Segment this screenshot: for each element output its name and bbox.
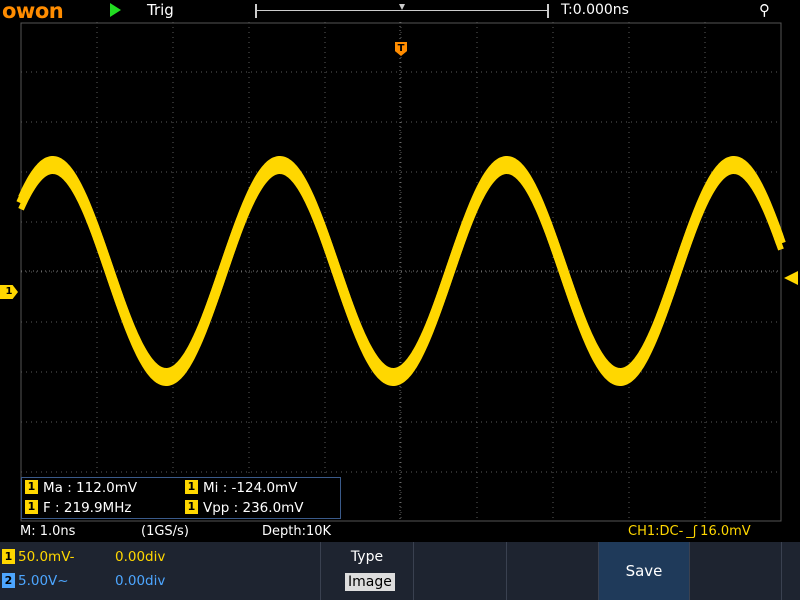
measurement-row: 1F : 219.9MHz 1 Vpp : 236.0mV [22, 498, 342, 518]
save-button[interactable]: Save [598, 542, 689, 600]
usb-icon: ⚲ [759, 1, 770, 19]
save-label: Save [625, 562, 663, 580]
time-position-marker [399, 4, 405, 10]
trigger-time: T:0.000ns [561, 2, 629, 18]
timebase: M: 1.0ns [20, 524, 76, 539]
trigger-state: Trig [147, 1, 174, 19]
softkey-empty-3[interactable] [689, 542, 781, 600]
measurement-frequency: 1F : 219.9MHz [22, 498, 131, 518]
softkey-empty-4[interactable] [781, 542, 800, 600]
rising-edge-icon: _ʃ [686, 524, 698, 539]
waveform-grid [16, 22, 786, 522]
type-softkey[interactable]: Type Image [320, 542, 413, 600]
softkey-empty-2[interactable] [506, 542, 598, 600]
brand-logo: owon [2, 0, 64, 23]
measurement-vpp: 1 Vpp : 236.0mV [182, 498, 304, 518]
time-bar-line [257, 10, 547, 11]
type-value: Image [345, 573, 395, 591]
measurement-min: 1 Mi : -124.0mV [182, 478, 297, 498]
type-title: Type [350, 549, 384, 565]
top-bar: owon Trig T:0.000ns ⚲ [0, 0, 800, 23]
bottom-menu: 1 50.0mV- 0.00div 2 5.00V~ 0.00div Type Im… [0, 542, 800, 600]
channel-info: 1 50.0mV- 0.00div 2 5.00V~ 0.00div [0, 542, 320, 600]
channel-2-info[interactable]: 2 5.00V~ 0.00div [2, 570, 165, 592]
memory-depth: Depth:10K [262, 524, 332, 539]
trigger-level-marker [784, 271, 798, 285]
waveform-screen: T 1 [0, 22, 800, 522]
status-bar: M: 1.0ns (1GS/s) Depth:10K CH1:DC- _ʃ 16.0… [0, 522, 800, 542]
sample-rate: (1GS/s) [141, 524, 189, 539]
measurement-panel: 1 Ma : 112.0mV 1 Mi : -124.0mV 1F : 219.9M… [21, 477, 341, 519]
measurement-max: 1 Ma : 112.0mV [22, 478, 137, 498]
measurement-row: 1 Ma : 112.0mV 1 Mi : -124.0mV [22, 478, 342, 498]
softkey-empty-1[interactable] [413, 542, 506, 600]
channel-1-info[interactable]: 1 50.0mV- 0.00div [2, 546, 165, 568]
run-icon[interactable] [110, 3, 121, 17]
time-position-bar [255, 4, 549, 18]
trigger-info: CH1:DC- _ʃ 16.0mV [628, 524, 751, 539]
